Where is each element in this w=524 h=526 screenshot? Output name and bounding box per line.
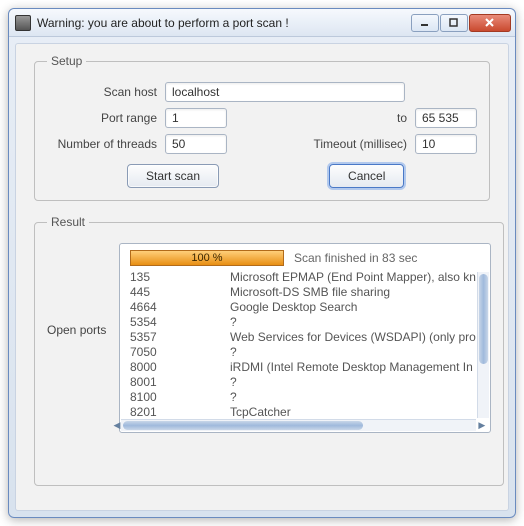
port-row[interactable]: 8000iRDMI (Intel Remote Desktop Manageme… <box>130 360 476 375</box>
port-range-label: Port range <box>47 111 157 125</box>
port-row[interactable]: 135Microsoft EPMAP (End Point Mapper), a… <box>130 270 476 285</box>
port-row[interactable]: 7050? <box>130 345 476 360</box>
port-number: 5357 <box>130 330 230 345</box>
window-buttons <box>411 14 511 32</box>
port-number: 8100 <box>130 390 230 405</box>
client-area: Setup Scan host Port range to Number of … <box>15 43 509 511</box>
port-number: 8201 <box>130 405 230 420</box>
port-list[interactable]: 135Microsoft EPMAP (End Point Mapper), a… <box>122 270 490 420</box>
port-service: ? <box>230 375 476 390</box>
port-number: 445 <box>130 285 230 300</box>
port-service: Microsoft-DS SMB file sharing <box>230 285 476 300</box>
start-scan-button[interactable]: Start scan <box>127 164 219 188</box>
host-input[interactable] <box>165 82 405 102</box>
port-row[interactable]: 5357Web Services for Devices (WSDAPI) (o… <box>130 330 476 345</box>
minimize-icon <box>420 18 430 28</box>
port-row[interactable]: 5354? <box>130 315 476 330</box>
minimize-button[interactable] <box>411 14 439 32</box>
maximize-icon <box>449 18 459 28</box>
port-from-input[interactable] <box>165 108 227 128</box>
open-ports-label: Open ports <box>47 323 111 337</box>
horizontal-scrollbar[interactable]: ◀ ▶ <box>121 419 476 431</box>
vertical-scrollbar[interactable] <box>477 272 489 418</box>
scroll-right-icon[interactable]: ▶ <box>476 420 488 431</box>
port-number: 5354 <box>130 315 230 330</box>
cancel-button[interactable]: Cancel <box>329 164 404 188</box>
timeout-label: Timeout (millisec) <box>307 137 407 151</box>
maximize-button[interactable] <box>440 14 468 32</box>
port-number: 135 <box>130 270 230 285</box>
port-number: 4664 <box>130 300 230 315</box>
port-to-input[interactable] <box>415 108 477 128</box>
port-service: TcpCatcher <box>230 405 476 420</box>
port-row[interactable]: 445Microsoft-DS SMB file sharing <box>130 285 476 300</box>
port-service: Google Desktop Search <box>230 300 476 315</box>
timeout-input[interactable] <box>415 134 477 154</box>
window-title: Warning: you are about to perform a port… <box>37 16 411 30</box>
progress-text: 100 % <box>191 252 222 264</box>
threads-label: Number of threads <box>47 137 157 151</box>
progress-bar: 100 % <box>130 250 284 266</box>
to-label: to <box>377 111 407 125</box>
port-service: iRDMI (Intel Remote Desktop Management I… <box>230 360 476 375</box>
port-service: ? <box>230 315 476 330</box>
port-number: 8000 <box>130 360 230 375</box>
port-row[interactable]: 8100? <box>130 390 476 405</box>
scan-output-panel: 100 % Scan finished in 83 sec 135Microso… <box>119 243 491 433</box>
close-button[interactable] <box>469 14 511 32</box>
close-icon <box>485 18 495 28</box>
scroll-left-icon[interactable]: ◀ <box>111 420 123 431</box>
status-text: Scan finished in 83 sec <box>294 251 417 265</box>
app-icon <box>15 15 31 31</box>
port-service: ? <box>230 345 476 360</box>
dialog-window: Warning: you are about to perform a port… <box>8 8 516 518</box>
setup-group: Setup Scan host Port range to Number of … <box>34 54 490 201</box>
port-service: ? <box>230 390 476 405</box>
port-row[interactable]: 8201TcpCatcher <box>130 405 476 420</box>
titlebar[interactable]: Warning: you are about to perform a port… <box>9 9 515 37</box>
port-number: 8001 <box>130 375 230 390</box>
result-group: Result Open ports 100 % Scan finished in… <box>34 215 504 486</box>
result-legend: Result <box>47 215 89 229</box>
host-label: Scan host <box>47 85 157 99</box>
port-number: 7050 <box>130 345 230 360</box>
setup-legend: Setup <box>47 54 86 68</box>
port-service: Microsoft EPMAP (End Point Mapper), also… <box>230 270 476 285</box>
threads-input[interactable] <box>165 134 227 154</box>
port-row[interactable]: 8001? <box>130 375 476 390</box>
port-service: Web Services for Devices (WSDAPI) (only … <box>230 330 476 345</box>
port-row[interactable]: 4664Google Desktop Search <box>130 300 476 315</box>
